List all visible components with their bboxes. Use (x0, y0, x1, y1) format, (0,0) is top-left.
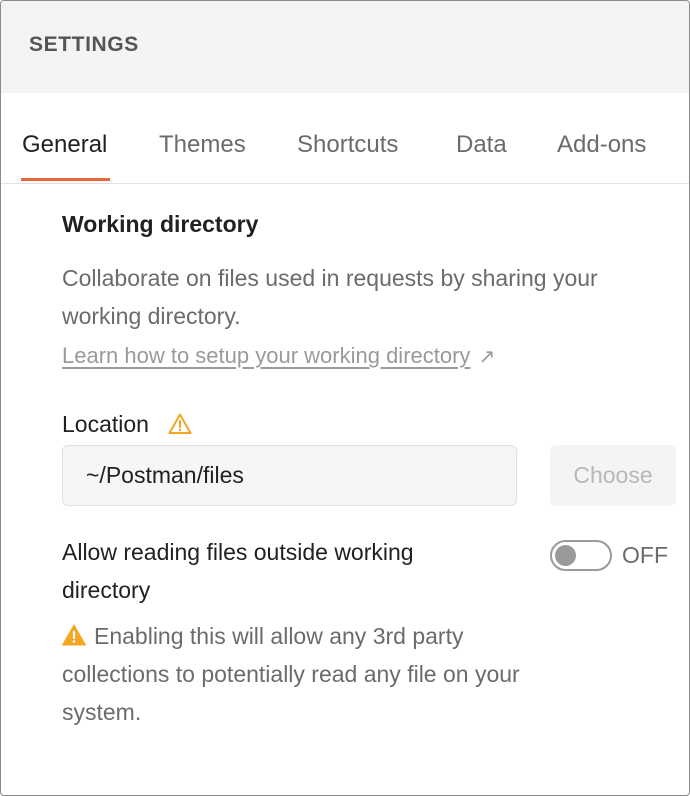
tab-data[interactable]: Data (456, 131, 507, 159)
choose-button[interactable]: Choose (550, 445, 676, 506)
warning-filled-icon (62, 624, 86, 646)
location-label: Location (62, 411, 149, 437)
location-path-input[interactable]: ~/Postman/files (62, 445, 517, 506)
security-warning-text: Enabling this will allow any 3rd party c… (62, 623, 520, 725)
toggle-knob (555, 545, 576, 566)
tab-themes[interactable]: Themes (159, 131, 246, 159)
warning-outline-icon (168, 413, 192, 434)
allow-outside-files-label: Allow reading files outside working dire… (62, 539, 414, 603)
allow-outside-files-toggle[interactable] (550, 540, 612, 571)
tab-add-ons[interactable]: Add-ons (557, 131, 646, 159)
settings-header: SETTINGS (1, 1, 689, 93)
settings-tabs: General Themes Shortcuts Data Add-ons (1, 93, 689, 184)
working-directory-heading: Working directory (62, 211, 259, 237)
security-warning: Enabling this will allow any 3rd party c… (62, 617, 532, 731)
active-tab-indicator (21, 178, 110, 181)
learn-link-label: Learn how to setup your working director… (62, 343, 471, 368)
working-directory-description: Collaborate on files used in requests by… (62, 265, 598, 329)
tab-general[interactable]: General (22, 131, 107, 159)
settings-title: SETTINGS (29, 33, 139, 56)
arrow-up-right-icon: ↗ (478, 346, 496, 368)
toggle-state-label: OFF (622, 542, 668, 568)
tab-shortcuts[interactable]: Shortcuts (297, 131, 398, 159)
learn-working-directory-link[interactable]: Learn how to setup your working director… (62, 343, 495, 369)
settings-panel: SETTINGS General Themes Shortcuts Data A… (0, 0, 690, 796)
